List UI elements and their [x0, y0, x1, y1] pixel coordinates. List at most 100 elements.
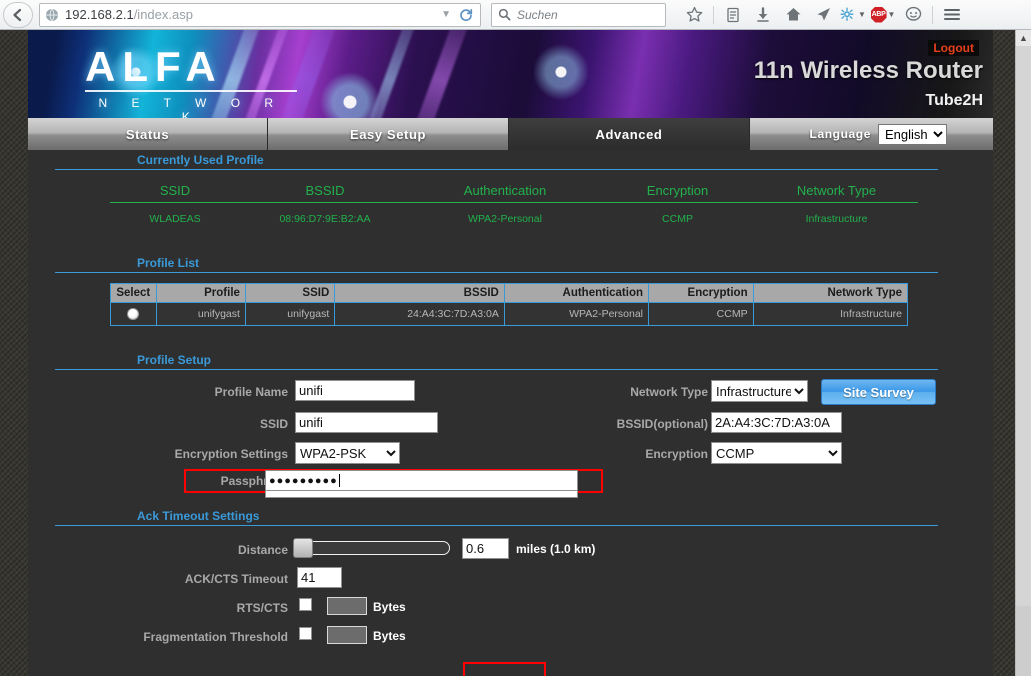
cell-bssid: 08:96:D7:9E:B2:AA	[279, 213, 371, 225]
hamburger-menu-icon[interactable]	[938, 2, 966, 28]
search-placeholder: Suchen	[517, 7, 558, 22]
router-model-name: Tube2H	[925, 92, 983, 109]
chevron-down-icon[interactable]: ▼	[888, 10, 896, 19]
language-label: Language	[809, 127, 871, 141]
toolbar-divider	[713, 5, 714, 24]
table-header-row: Select Profile SSID BSSID Authentication…	[110, 283, 909, 303]
chevron-down-icon[interactable]: ▼	[858, 10, 866, 19]
distance-slider-thumb[interactable]	[293, 538, 313, 558]
encryption-select[interactable]: CCMP	[711, 442, 842, 464]
router-admin-page: ALFA N E T W O R K Logout 11n Wireless R…	[28, 30, 993, 676]
form-row-ack-cts-timeout: ACK/CTS Timeout	[28, 566, 993, 596]
table-row[interactable]: unifygast unifygast 24:A4:3C:7D:A3:0A WP…	[110, 302, 909, 326]
label-profile-name: Profile Name	[214, 385, 288, 399]
label-network-type: Network Type	[630, 385, 708, 399]
bssid-input[interactable]	[711, 412, 842, 433]
site-survey-button[interactable]: Site Survey	[821, 379, 936, 405]
chat-bubble-icon[interactable]	[899, 2, 927, 28]
ack-cts-timeout-input[interactable]	[297, 567, 342, 588]
logo-subtitle: N E T W O R K	[85, 90, 297, 118]
profile-setup-form: Profile Name Network Type Infrastructure…	[28, 379, 993, 505]
back-arrow-icon[interactable]	[3, 1, 33, 28]
form-row-rts-cts: RTS/CTS Bytes	[28, 595, 993, 625]
column-header-authentication: Authentication	[503, 283, 650, 303]
cell-authentication: WPA2-Personal	[468, 213, 542, 225]
fragmentation-checkbox[interactable]	[299, 627, 312, 640]
page-scrollbar[interactable]: ▲	[1015, 30, 1031, 676]
section-title-current-profile: Currently Used Profile	[55, 153, 938, 170]
home-icon[interactable]	[779, 2, 807, 28]
fragmentation-unit-label: Bytes	[373, 629, 406, 643]
logout-button[interactable]: Logout	[928, 40, 979, 56]
download-arrow-icon[interactable]	[749, 2, 777, 28]
column-header-network-type: Network Type	[755, 181, 918, 203]
column-header-encryption: Encryption	[648, 283, 754, 303]
label-ssid: SSID	[259, 417, 288, 431]
router-title: 11n Wireless Router	[753, 57, 983, 84]
column-header-ssid: SSID	[110, 181, 240, 203]
cell-ssid: WLADEAS	[149, 213, 201, 225]
form-row-passphrase: Passphrase ●●●●●●●●●	[28, 469, 993, 501]
table-header-row: SSID BSSID Authentication Encryption Net…	[110, 181, 918, 203]
section-title-profile-list: Profile List	[55, 256, 938, 273]
column-header-select: Select	[110, 283, 157, 303]
label-ack-cts-timeout: ACK/CTS Timeout	[184, 572, 288, 586]
column-header-bssid: BSSID	[240, 181, 410, 203]
radio-button[interactable]	[127, 308, 140, 321]
profile-list-table: Select Profile SSID BSSID Authentication…	[110, 283, 909, 326]
network-type-select[interactable]: Infrastructure	[711, 380, 808, 402]
cell-encryption: CCMP	[648, 302, 754, 326]
cell-profile: unifygast	[155, 302, 246, 326]
form-row-encryption-settings: Encryption Settings WPA2-PSK Encryption …	[28, 441, 993, 471]
cell-bssid: 24:A4:3C:7D:A3:0A	[334, 302, 505, 326]
abp-badge: ABP	[870, 6, 887, 23]
globe-favicon	[45, 8, 59, 22]
cell-network-type: Infrastructure	[805, 213, 868, 225]
ack-timeout-form: Distance miles (1.0 km) ACK/CTS Timeout …	[28, 537, 993, 662]
label-encryption: Encryption	[645, 447, 708, 461]
chevron-down-icon[interactable]: ▼	[441, 9, 451, 20]
passphrase-underbar	[265, 491, 578, 498]
reader-list-icon[interactable]	[719, 2, 747, 28]
sync-icon[interactable]: ▼	[839, 2, 867, 28]
section-title-profile-setup: Profile Setup	[55, 353, 938, 370]
form-row-ssid: SSID BSSID(optional)	[28, 411, 993, 441]
encryption-settings-select[interactable]: WPA2-PSK	[295, 442, 400, 464]
tab-easy-setup[interactable]: Easy Setup	[268, 118, 509, 150]
scrollbar-thumb[interactable]	[1016, 46, 1031, 606]
ssid-input[interactable]	[295, 412, 438, 433]
tab-status[interactable]: Status	[28, 118, 268, 150]
column-header-profile: Profile	[155, 283, 246, 303]
url-bar[interactable]: 192.168.2.1/index.asp ▼	[39, 2, 481, 27]
passphrase-input[interactable]: ●●●●●●●●●	[265, 470, 578, 491]
rts-cts-unit-label: Bytes	[373, 600, 406, 614]
language-select[interactable]: English	[878, 123, 947, 145]
tab-advanced[interactable]: Advanced	[509, 118, 750, 150]
profile-name-input[interactable]	[295, 380, 415, 401]
label-rts-cts: RTS/CTS	[236, 601, 288, 615]
form-row-profile-name: Profile Name Network Type Infrastructure…	[28, 379, 993, 409]
scroll-up-arrow-icon[interactable]: ▲	[1016, 30, 1031, 46]
browser-toolbar: 192.168.2.1/index.asp ▼ Suchen ▼ ABP ▼	[0, 0, 1031, 30]
language-panel: Language English	[750, 118, 993, 150]
logo-wordmark: ALFA	[85, 43, 223, 90]
search-icon	[498, 8, 511, 21]
alfa-logo: ALFA N E T W O R K	[85, 44, 297, 118]
browser-toolbar-icons: ▼ ABP ▼	[680, 2, 966, 28]
paper-plane-icon[interactable]	[809, 2, 837, 28]
distance-input[interactable]	[462, 538, 509, 559]
cell-ssid: unifygast	[244, 302, 336, 326]
star-icon[interactable]	[680, 2, 708, 28]
distance-slider-track[interactable]	[293, 541, 450, 555]
search-input[interactable]: Suchen	[491, 2, 666, 27]
main-nav-tabs: Status Easy Setup Advanced Language Engl…	[28, 118, 993, 150]
section-title-ack-timeout: Ack Timeout Settings	[55, 509, 938, 526]
column-header-network-type: Network Type	[752, 283, 909, 303]
rts-cts-checkbox[interactable]	[299, 598, 312, 611]
label-fragmentation-threshold: Fragmentation Threshold	[143, 630, 288, 644]
adblock-icon[interactable]: ABP ▼	[869, 2, 897, 28]
profile-select-radio[interactable]	[110, 302, 157, 326]
reload-icon[interactable]	[459, 8, 473, 22]
cell-encryption: CCMP	[662, 213, 693, 225]
url-host: 192.168.2.1	[65, 7, 134, 22]
